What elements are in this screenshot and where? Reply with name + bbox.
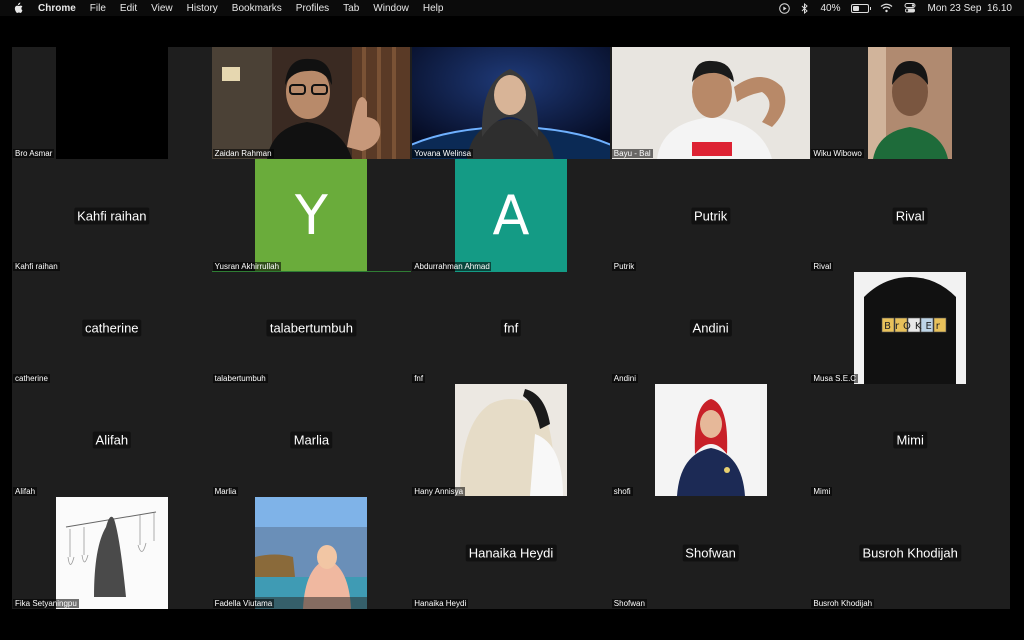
menu-view[interactable]: View <box>151 3 173 14</box>
participant-name-label: fnf <box>412 374 426 384</box>
apple-icon[interactable] <box>12 2 24 14</box>
participant-avatar: Y <box>255 159 368 272</box>
participant-grid: Bro Asmar Zaidan Rahman Yovana Welinsa B… <box>12 47 1010 609</box>
participant-display-name: Marlia <box>290 431 333 449</box>
participant-tile[interactable]: Kahfi raihan Kahfi raihan <box>12 159 212 272</box>
battery-icon[interactable] <box>851 3 872 13</box>
clock: Mon 23 Sep 16.10 <box>927 2 1012 14</box>
menu-file[interactable]: File <box>90 3 106 14</box>
participant-name-label: Mimi <box>811 486 833 496</box>
participant-tile[interactable]: Fadella Viutama <box>211 496 412 609</box>
participant-display-name: Alifah <box>92 431 132 449</box>
participant-tile[interactable]: BrOKEr Musa S.E.C <box>810 271 1010 385</box>
participant-tile[interactable]: fnf fnf <box>411 271 611 385</box>
participant-tile[interactable]: Shofwan Shofwan <box>610 496 811 609</box>
participant-photo <box>454 384 567 497</box>
participant-photo <box>255 496 368 609</box>
participant-name-label: Marlia <box>212 486 239 496</box>
menu-profiles[interactable]: Profiles <box>296 3 329 14</box>
participant-name-label: Putrik <box>611 261 637 271</box>
participant-video <box>55 47 168 160</box>
participant-display-name: Putrik <box>690 207 731 225</box>
participant-tile[interactable]: Rival Rival <box>810 159 1010 272</box>
participant-video <box>868 47 953 159</box>
participant-tile[interactable]: A Abdurrahman Ahmad <box>411 159 611 272</box>
menu-tab[interactable]: Tab <box>343 3 359 14</box>
participant-display-name: catherine <box>82 319 142 337</box>
participant-tile[interactable]: Fika Setyaningpu <box>12 496 212 609</box>
menu-window[interactable]: Window <box>373 3 409 14</box>
menu-app-chrome[interactable]: Chrome <box>38 3 76 14</box>
participant-display-name: Busroh Khodijah <box>859 544 961 562</box>
participant-photo <box>654 384 767 497</box>
menu-history[interactable]: History <box>187 3 218 14</box>
participant-tile[interactable]: Wiku Wibowo <box>810 47 1010 160</box>
participant-name-label: Shofwan <box>611 599 647 608</box>
participant-tile[interactable]: Putrik Putrik <box>610 159 811 272</box>
wifi-icon[interactable] <box>880 3 893 13</box>
participant-tile[interactable]: Andini Andini <box>610 271 811 385</box>
avatar-initial: Y <box>294 184 328 248</box>
participant-display-name: talabertumbuh <box>266 319 356 337</box>
participant-display-name: Hanaika Heydi <box>465 544 557 562</box>
participant-display-name: fnf <box>500 319 522 337</box>
battery-percent: 40% <box>820 2 841 14</box>
participant-video <box>411 47 610 160</box>
participant-name-label: Yusran Akhirrullah <box>212 261 282 271</box>
participant-tile[interactable]: talabertumbuh talabertumbuh <box>211 271 412 385</box>
svg-text:BrOKEr: BrOKEr <box>884 321 944 332</box>
participant-name-label: Fika Setyaningpu <box>13 599 79 608</box>
participant-tile[interactable]: Bro Asmar <box>12 47 212 160</box>
participant-name-label: Rival <box>811 261 834 271</box>
participant-photo: BrOKEr <box>854 271 967 384</box>
menu-bar: Chrome File Edit View History Bookmarks … <box>0 0 1024 16</box>
participant-tile[interactable]: Hanaika Heydi Hanaika Heydi <box>411 496 611 609</box>
participant-tile[interactable]: Busroh Khodijah Busroh Khodijah <box>810 496 1010 609</box>
participant-name-label: Bayu - Bal <box>611 149 653 159</box>
control-center-icon[interactable] <box>904 3 916 13</box>
participant-name-label: Bro Asmar <box>13 149 55 159</box>
play-icon[interactable] <box>779 2 791 14</box>
bluetooth-icon[interactable] <box>801 2 809 14</box>
participant-photo <box>55 496 168 609</box>
menu-edit[interactable]: Edit <box>120 3 137 14</box>
participant-name-label: Musa S.E.C <box>811 374 859 384</box>
participant-tile[interactable]: catherine catherine <box>12 271 212 385</box>
participant-video <box>611 47 810 159</box>
participant-tile[interactable]: Hany Annisya <box>411 384 611 497</box>
participant-name-label: Kahfi raihan <box>13 261 60 271</box>
participant-tile[interactable]: shofi <box>610 384 811 497</box>
participant-name-label: Zaidan Rahman <box>212 149 274 159</box>
participant-avatar: A <box>454 159 567 272</box>
participant-name-label: Abdurrahman Ahmad <box>412 261 492 271</box>
participant-video <box>212 47 411 159</box>
participant-name-label: Hanaika Heydi <box>412 599 469 608</box>
participant-tile[interactable]: Alifah Alifah <box>12 384 212 497</box>
participant-name-label: Alifah <box>13 486 38 496</box>
participant-name-label: Fadella Viutama <box>212 599 275 608</box>
menu-bookmarks[interactable]: Bookmarks <box>232 3 282 14</box>
avatar-initial: A <box>492 184 530 248</box>
participant-name-label: shofi <box>611 486 633 496</box>
participant-tile[interactable]: Marlia Marlia <box>211 384 412 497</box>
participant-name-label: Andini <box>611 374 639 384</box>
participant-tile[interactable]: Zaidan Rahman <box>211 47 412 160</box>
participant-tile[interactable]: Bayu - Bal <box>610 47 811 160</box>
participant-name-label: Yovana Welinsa <box>412 149 474 159</box>
participant-name-label: talabertumbuh <box>212 374 268 384</box>
participant-name-label: Hany Annisya <box>412 486 466 496</box>
participant-name-label: Busroh Khodijah <box>811 599 875 608</box>
menu-help[interactable]: Help <box>423 3 444 14</box>
participant-name-label: catherine <box>13 374 50 384</box>
participant-display-name: Rival <box>892 207 928 225</box>
participant-display-name: Kahfi raihan <box>74 207 150 225</box>
participant-tile[interactable]: Mimi Mimi <box>810 384 1010 497</box>
participant-display-name: Andini <box>689 319 732 337</box>
participant-name-label: Wiku Wibowo <box>811 149 864 159</box>
participant-display-name: Shofwan <box>682 544 739 562</box>
participant-tile[interactable]: Y Yusran Akhirrullah <box>211 159 412 272</box>
participant-display-name: Mimi <box>893 431 927 449</box>
participant-tile[interactable]: Yovana Welinsa <box>411 47 611 160</box>
